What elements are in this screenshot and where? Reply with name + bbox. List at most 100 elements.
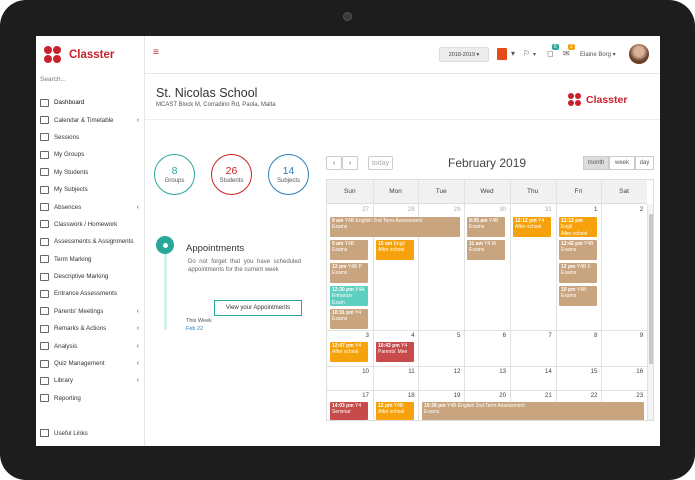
calendar-event[interactable]: 12:12 pm Engli After school — [559, 217, 597, 237]
calendar-event[interactable]: 12 pm Y4B F Exams — [559, 263, 597, 283]
sidebar-item-descriptive-marking[interactable]: Descriptive Marking — [40, 268, 143, 285]
day-number[interactable]: 31 — [510, 206, 552, 213]
calendar-event[interactable]: 10:28 pm Y4B English 2nd Term Assessment… — [422, 402, 644, 420]
day-number[interactable]: 7 — [510, 332, 551, 339]
event-title: Y4B English 2nd Term Assessment — [344, 218, 423, 224]
stat-groups[interactable]: 8 Groups — [154, 154, 195, 195]
day-number[interactable]: 23 — [601, 392, 643, 399]
grid-line — [327, 390, 647, 391]
view-month-button[interactable]: month — [583, 156, 609, 170]
day-number[interactable]: 27 — [327, 206, 369, 213]
calendar-event[interactable]: 9:05 am Y4B Exams — [467, 217, 505, 237]
grid-line — [327, 366, 647, 367]
sidebar-item-my-students[interactable]: My Students — [40, 164, 143, 181]
calendar-event[interactable]: 10 am Engli After school — [376, 240, 414, 260]
calendar-prev-button[interactable]: ‹ — [326, 156, 342, 170]
sidebar-item-entrance-assessments[interactable]: Entrance Assessments — [40, 285, 143, 302]
sidebar-item-sessions[interactable]: Sessions — [40, 129, 143, 146]
sidebar-item-quiz-management[interactable]: Quiz Management ‹ — [40, 355, 143, 372]
day-number[interactable]: 15 — [556, 368, 598, 375]
day-number[interactable]: 14 — [510, 368, 552, 375]
calendar-event[interactable]: 12 pm Y4B After school — [376, 402, 414, 420]
calendar-event[interactable]: 10:31 pm Y4 Exams — [330, 309, 368, 329]
sidebar-item-my-groups[interactable]: My Groups — [40, 146, 143, 163]
sidebar-item-parents-meetings[interactable]: Parents' Meetings ‹ — [40, 303, 143, 320]
sidebar-item-classwork[interactable]: Classwork / Homework — [40, 216, 143, 233]
day-number[interactable]: 19 — [418, 392, 461, 399]
calendar-scrollbar[interactable] — [647, 204, 653, 420]
day-number[interactable]: 21 — [510, 392, 552, 399]
sidebar-item-remarks-actions[interactable]: Remarks & Actions ‹ — [40, 320, 143, 337]
day-number[interactable]: 1 — [556, 206, 597, 213]
day-number[interactable]: 11 — [373, 368, 414, 375]
view-week-button[interactable]: week — [609, 156, 635, 170]
academic-year-select[interactable]: 2018-2019 ▾ — [439, 47, 489, 62]
quiz-icon — [40, 359, 49, 368]
mail-icon[interactable]: ✉ — [563, 49, 570, 58]
day-number[interactable]: 18 — [373, 392, 415, 399]
calendar-event[interactable]: 11 am Y4 M Exams — [467, 240, 505, 260]
day-number[interactable]: 6 — [464, 332, 506, 339]
sidebar-item-label: My Subjects — [54, 186, 88, 194]
app-logo[interactable]: Classter — [44, 44, 114, 66]
calendar-event[interactable]: 9 am Y4B English 2nd Term Assessment Exam… — [330, 217, 460, 237]
day-number[interactable]: 10 — [327, 368, 369, 375]
user-name[interactable]: Elaine Borg ▾ — [580, 51, 616, 58]
calendar-event[interactable]: 12:47 pm Y4 After school — [330, 342, 368, 362]
bell-icon[interactable]: ◻ — [547, 49, 554, 58]
sidebar-item-assessments[interactable]: Assessments & Assignments — [40, 233, 143, 250]
event-subtitle: Seminar — [332, 409, 351, 416]
sidebar-item-useful-links[interactable]: Useful Links — [40, 429, 88, 437]
menu-icon[interactable]: ≡ — [153, 47, 159, 58]
day-number[interactable]: 8 — [556, 332, 597, 339]
sidebar-item-absences[interactable]: Absences ‹ — [40, 198, 143, 215]
stat-subjects[interactable]: 14 Subjects — [268, 154, 309, 195]
view-day-button[interactable]: day — [635, 156, 654, 170]
calendar-event[interactable]: 9 am Y4B Exams — [330, 240, 368, 260]
office-icon[interactable] — [497, 48, 507, 60]
calendar-event[interactable]: 12:30 pm Y4A Entrance Exam — [330, 286, 368, 306]
day-number[interactable]: 4 — [373, 332, 414, 339]
day-number[interactable]: 2 — [601, 206, 643, 213]
reporting-icon — [40, 394, 49, 403]
sidebar-item-dashboard[interactable]: Dashboard — [40, 94, 143, 111]
calendar-event[interactable]: 12 pm Y4B P Exams — [330, 263, 368, 283]
calendar-event[interactable]: 12:12 pm Y4 After school — [513, 217, 551, 237]
day-number[interactable]: 5 — [418, 332, 460, 339]
sidebar-item-reporting[interactable]: Reporting — [40, 390, 143, 407]
day-number[interactable]: 28 — [373, 206, 415, 213]
event-time: 10:28 pm — [424, 403, 446, 409]
scrollbar-thumb[interactable] — [649, 214, 653, 364]
day-number[interactable]: 20 — [464, 392, 506, 399]
office-dropdown-icon[interactable]: ▾ — [511, 49, 515, 58]
day-number[interactable]: 29 — [418, 206, 461, 213]
view-appointments-button[interactable]: View your Appointments — [214, 300, 302, 316]
event-subtitle: Exams — [424, 409, 440, 416]
calendar-next-button[interactable]: › — [342, 156, 358, 170]
sidebar-item-calendar[interactable]: Calendar & Timetable ‹ — [40, 111, 143, 128]
calendar-event[interactable]: 10 pm Y4B Exams — [559, 286, 597, 306]
flag-dropdown-icon[interactable]: ▾ — [533, 51, 536, 58]
event-time: 9 am — [332, 241, 344, 247]
sidebar-search[interactable]: Search... — [40, 76, 66, 83]
stat-students[interactable]: 26 Students — [211, 154, 252, 195]
day-number[interactable]: 13 — [464, 368, 506, 375]
sidebar-item-term-marking[interactable]: Term Marking — [40, 251, 143, 268]
calendar-today-button[interactable]: today — [368, 156, 393, 170]
day-number[interactable]: 12 — [418, 368, 461, 375]
day-number[interactable]: 16 — [601, 368, 643, 375]
calendar-event[interactable]: 12:42 pm Y4B Exams — [559, 240, 597, 260]
day-number[interactable]: 22 — [556, 392, 598, 399]
calendar-event[interactable]: 10:43 pm Y4 Parents' Mee — [376, 342, 414, 362]
day-number[interactable]: 30 — [464, 206, 506, 213]
calendar-event[interactable]: 14:03 pm Y4 Seminar — [330, 402, 368, 420]
sidebar-item-library[interactable]: Library ‹ — [40, 372, 143, 389]
avatar[interactable] — [629, 44, 649, 64]
day-number[interactable]: 17 — [327, 392, 369, 399]
day-number[interactable]: 3 — [327, 332, 369, 339]
day-number[interactable]: 9 — [601, 332, 643, 339]
sidebar-item-analysis[interactable]: Analysis ‹ — [40, 337, 143, 354]
flag-icon[interactable]: ⚐ — [523, 49, 530, 58]
sidebar-item-my-subjects[interactable]: My Subjects — [40, 181, 143, 198]
classter-logo-icon — [568, 93, 582, 107]
